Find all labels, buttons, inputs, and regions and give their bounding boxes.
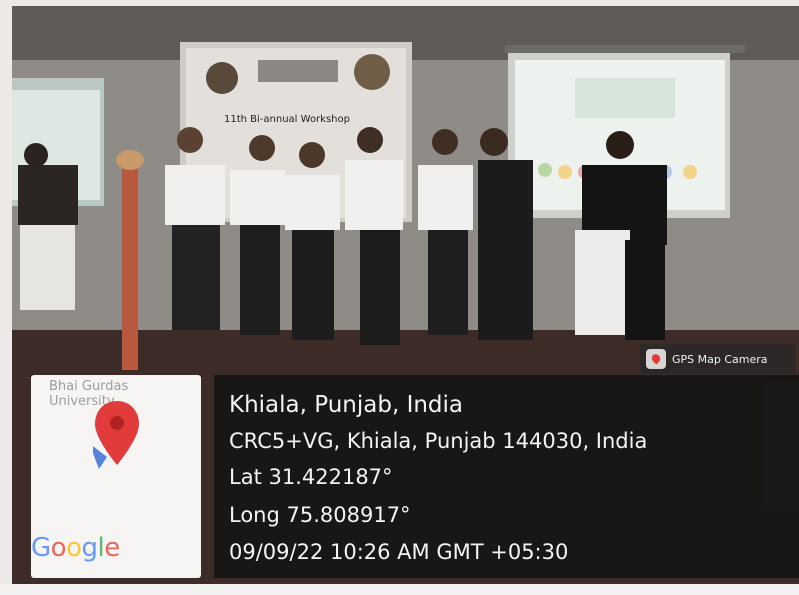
datetime-line: 09/09/22 10:26 AM GMT +05:30	[229, 540, 569, 564]
google-logo: Google	[31, 533, 120, 563]
longitude-line: Long 75.808917°	[229, 503, 411, 527]
address-line: CRC5+VG, Khiala, Punjab 144030, India	[229, 429, 648, 453]
gps-map-camera-icon	[646, 349, 666, 369]
photo-top-border	[0, 0, 799, 6]
photo-left-border	[0, 0, 12, 595]
location-info-panel: Khiala, Punjab, India CRC5+VG, Khiala, P…	[214, 375, 799, 578]
lamp-stand	[122, 160, 138, 370]
gps-map-camera-label: GPS Map Camera	[672, 352, 768, 366]
map-pin-icon	[93, 401, 139, 469]
photo-bottom-border	[0, 584, 799, 595]
gps-map-camera-badge: GPS Map Camera	[640, 344, 795, 374]
map-thumbnail: Bhai Gurdas University Google	[31, 375, 201, 578]
banner-heading: 11th Bi-annual Workshop	[224, 114, 350, 125]
latitude-line: Lat 31.422187°	[229, 465, 393, 489]
place-name: Khiala, Punjab, India	[229, 392, 464, 418]
